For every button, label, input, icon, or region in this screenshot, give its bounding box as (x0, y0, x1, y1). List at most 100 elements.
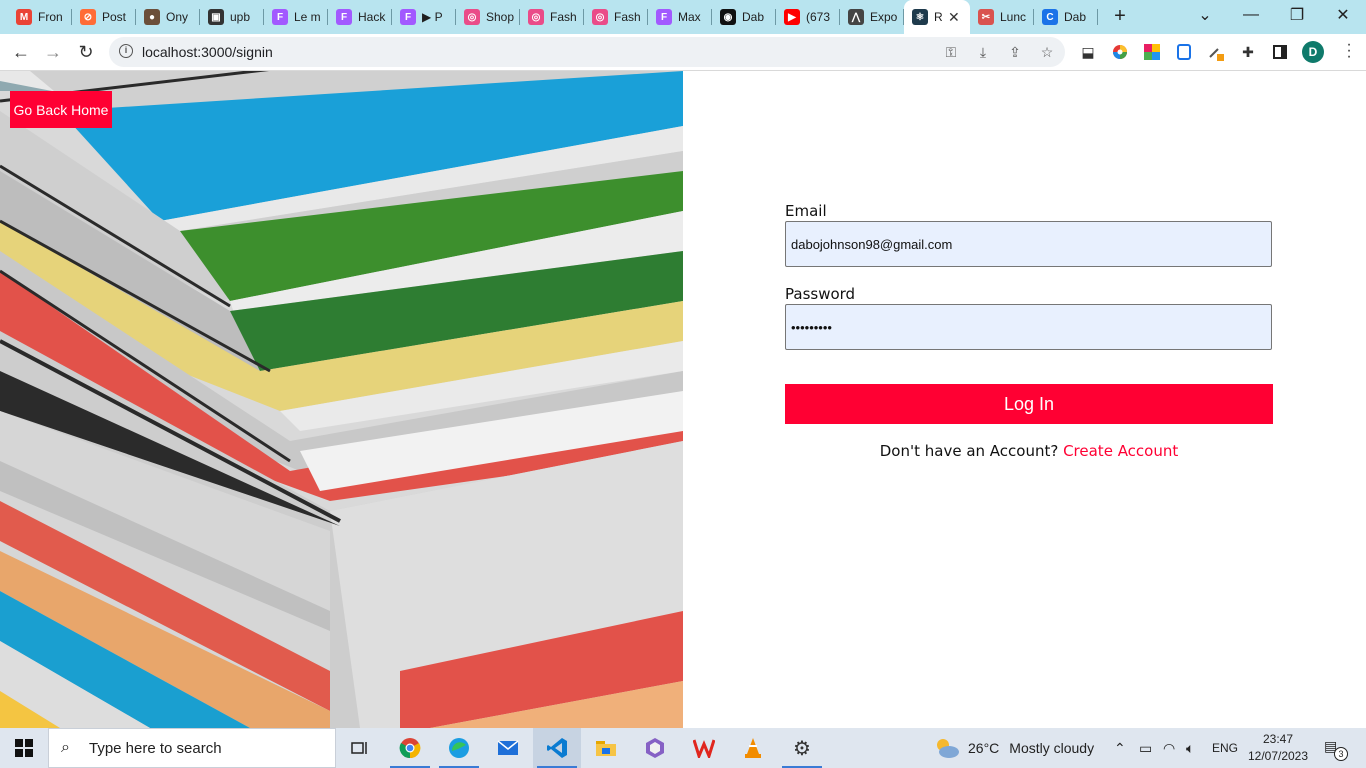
cube-icon: ▣ (208, 9, 224, 25)
browser-menu-icon[interactable]: · · · (1346, 37, 1352, 65)
start-button[interactable] (0, 728, 48, 768)
share-icon[interactable]: ⇪ (1006, 43, 1024, 61)
browser-tab[interactable]: ◎ Fash (520, 0, 584, 34)
install-icon[interactable]: ⤓ (974, 43, 992, 61)
tab-title: Le m (294, 10, 321, 24)
figma-icon: F (272, 9, 288, 25)
browser-tab[interactable]: F Max (648, 0, 712, 34)
password-field[interactable] (785, 304, 1272, 350)
show-hidden-icons-button[interactable]: ⌃ (1114, 728, 1126, 768)
side-panel-icon[interactable] (1271, 43, 1289, 61)
wps-office-icon (693, 739, 715, 758)
browser-tab[interactable]: ◉ Dab (712, 0, 776, 34)
browser-tab[interactable]: ● Ony (136, 0, 200, 34)
taskbar-file-explorer[interactable] (582, 728, 630, 768)
taskbar-copilot[interactable] (631, 728, 679, 768)
address-bar[interactable]: i localhost:3000/signin ⚿ ⤓ ⇪ ☆ (109, 37, 1065, 67)
browser-tab[interactable]: F Le m (264, 0, 328, 34)
browser-toolbar: ← → ↻ i localhost:3000/signin ⚿ ⤓ ⇪ ☆ ⬓ … (0, 34, 1366, 71)
browser-tab[interactable]: ▣ upb (200, 0, 264, 34)
weather-widget[interactable]: 26°C Mostly cloudy (934, 728, 1094, 768)
taskbar-vscode[interactable] (533, 728, 581, 768)
signin-form: Email Password (785, 202, 1273, 350)
close-window-button[interactable]: ✕ (1320, 0, 1366, 30)
extension-grid-icon[interactable] (1143, 43, 1161, 61)
extension-phone-icon[interactable] (1175, 43, 1193, 61)
browser-tab[interactable]: ⚛ R ✕ (904, 0, 970, 34)
tab-title: Shop (486, 10, 514, 24)
key-icon[interactable]: ⚿ (942, 43, 960, 61)
password-label: Password (785, 285, 856, 303)
new-tab-button[interactable]: + (1110, 6, 1130, 26)
notification-count-badge: 3 (1334, 747, 1348, 761)
taskbar-search[interactable]: ⌕ Type here to search (48, 728, 336, 768)
postman-icon: ⊘ (80, 9, 96, 25)
scissors-icon: ✂ (978, 9, 994, 25)
dribbble-icon: ◎ (592, 9, 608, 25)
info-icon[interactable]: i (119, 44, 133, 58)
chevron-down-icon: ⌄ (1198, 7, 1212, 24)
email-label: Email (785, 202, 827, 220)
profile-avatar[interactable]: D (1302, 41, 1324, 63)
gmail-icon: M (16, 9, 32, 25)
edge-icon (449, 738, 469, 758)
github-icon: ◉ (720, 9, 736, 25)
arrow-left-icon: ← (12, 41, 30, 62)
login-button[interactable]: Log In (785, 384, 1273, 424)
no-account-text: Don't have an Account? (879, 442, 1064, 460)
create-account-link[interactable]: Create Account (1063, 442, 1178, 460)
windows-taskbar: ⌕ Type here to search ⚙ 26°C Mostly clou… (0, 728, 1366, 768)
email-field[interactable] (785, 221, 1272, 267)
taskbar-wps[interactable] (680, 728, 728, 768)
figma-icon: F (656, 9, 672, 25)
task-view-button[interactable] (336, 728, 384, 768)
taskbar-mail[interactable] (484, 728, 532, 768)
go-back-home-button[interactable]: Go Back Home (10, 91, 112, 128)
weather-condition: Mostly cloudy (1009, 740, 1095, 756)
taskbar-edge[interactable] (435, 728, 483, 768)
tab-search-dropdown-button[interactable]: ⌄ (1182, 0, 1228, 30)
tab-title: ▶ P (422, 10, 443, 24)
tab-title: Fash (550, 10, 577, 24)
chevron-up-icon: ⌃ (1114, 739, 1126, 756)
youtube-icon: ▶ (784, 9, 800, 25)
minimize-button[interactable]: — (1228, 0, 1274, 30)
browser-tab[interactable]: ▶ (673 (776, 0, 840, 34)
extension-eyedropper-icon[interactable] (1207, 43, 1225, 61)
tab-title: R (934, 10, 943, 24)
taskbar-vlc[interactable] (729, 728, 777, 768)
tab-title: Dab (1064, 10, 1087, 24)
address-url[interactable]: localhost:3000/signin (142, 44, 273, 60)
browser-tab[interactable]: ✂ Lunc (970, 0, 1034, 34)
browser-tab[interactable]: ◎ Shop (456, 0, 520, 34)
restore-button[interactable]: ❐ (1274, 0, 1320, 30)
browser-tab[interactable]: C Dab (1034, 0, 1098, 34)
wifi-icon[interactable]: ◠ (1163, 728, 1175, 768)
browser-tab[interactable]: F ▶ P (392, 0, 456, 34)
clock[interactable]: 23:47 12/07/2023 (1240, 731, 1316, 765)
taskbar-settings[interactable]: ⚙ (778, 728, 826, 768)
forward-button[interactable]: → (41, 40, 65, 64)
reload-button[interactable]: ↻ (74, 40, 98, 64)
browser-tab[interactable]: ⊘ Post (72, 0, 136, 34)
back-button[interactable]: ← (9, 40, 33, 64)
tab-title: Post (102, 10, 127, 24)
notification-center-button[interactable]: ▤ 3 (1324, 738, 1348, 761)
browser-tab[interactable]: ◎ Fash (584, 0, 648, 34)
close-tab-icon[interactable]: ✕ (948, 9, 960, 26)
battery-icon[interactable]: ▭ (1139, 728, 1152, 768)
extension-download-icon[interactable]: ⬓ (1079, 43, 1097, 61)
clock-date: 12/07/2023 (1247, 749, 1309, 763)
browser-tab[interactable]: ⋀ Expo (840, 0, 904, 34)
bookmark-star-icon[interactable]: ☆ (1038, 43, 1056, 61)
browser-tab[interactable]: M Fron (8, 0, 72, 34)
volume-icon[interactable]: 🔈︎ (1186, 728, 1194, 768)
extension-colorwheel-icon[interactable] (1111, 43, 1129, 61)
signup-prompt: Don't have an Account? Create Account (785, 442, 1273, 460)
language-indicator[interactable]: ENG (1212, 728, 1238, 768)
taskbar-chrome[interactable] (386, 728, 434, 768)
tab-title: Hack (358, 10, 386, 24)
browser-tab[interactable]: F Hack (328, 0, 392, 34)
extensions-puzzle-icon[interactable]: ✚ (1239, 43, 1257, 61)
tab-title: Dab (742, 10, 765, 24)
